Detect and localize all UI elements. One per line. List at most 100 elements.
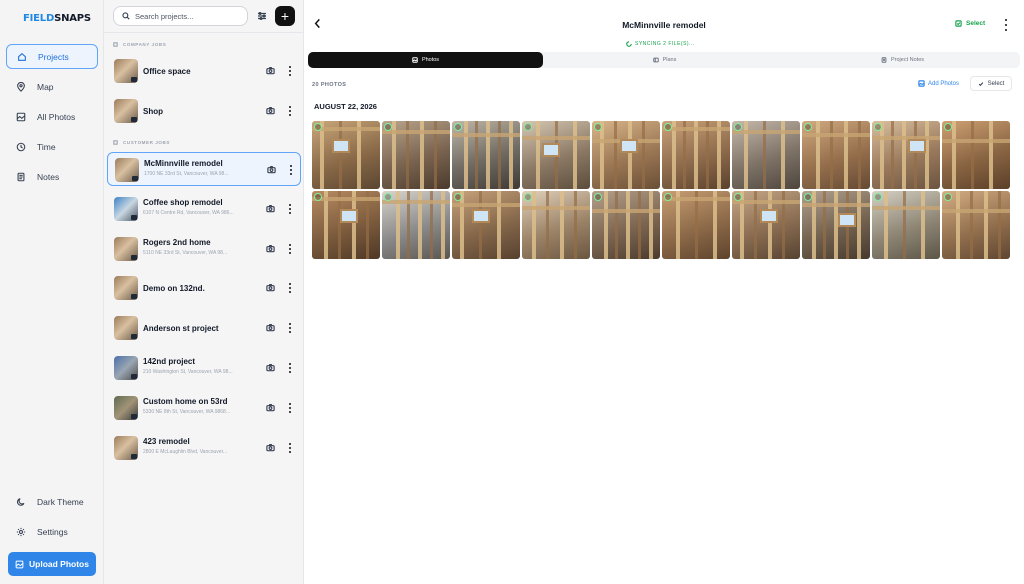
camera-button[interactable] xyxy=(266,443,276,453)
photo-thumbnail[interactable] xyxy=(382,191,450,259)
photo-select-checkbox[interactable] xyxy=(944,193,952,201)
photo-thumbnail[interactable] xyxy=(522,191,590,259)
photo-select-checkbox[interactable] xyxy=(384,123,392,131)
select-photos-button[interactable]: Select xyxy=(970,76,1012,91)
date-group-header: AUGUST 22, 2026 xyxy=(314,102,377,111)
more-options-button[interactable] xyxy=(287,401,293,415)
tab-project-notes[interactable]: Project Notes xyxy=(785,52,1020,68)
photo-select-checkbox[interactable] xyxy=(594,193,602,201)
project-item[interactable]: Custom home on 53rd 5330 NE 8th St, Vanc… xyxy=(107,391,301,425)
settings-button[interactable]: Settings xyxy=(6,519,98,544)
camera-button[interactable] xyxy=(266,283,276,293)
photo-thumbnail[interactable] xyxy=(802,121,870,189)
more-options-button[interactable] xyxy=(287,104,293,118)
photo-thumbnail[interactable] xyxy=(942,121,1010,189)
search-box[interactable] xyxy=(113,6,248,26)
photo-thumbnail[interactable] xyxy=(522,121,590,189)
photo-detail xyxy=(823,191,827,259)
more-options-button[interactable] xyxy=(287,242,293,256)
photo-select-checkbox[interactable] xyxy=(874,193,882,201)
photo-thumbnail[interactable] xyxy=(872,121,940,189)
photo-select-checkbox[interactable] xyxy=(734,193,742,201)
photo-select-checkbox[interactable] xyxy=(524,193,532,201)
photo-select-checkbox[interactable] xyxy=(874,123,882,131)
project-item[interactable]: Coffee shop remodel 6107 N Centre Rd, Va… xyxy=(107,192,301,226)
dark-theme-toggle[interactable]: Dark Theme xyxy=(6,489,98,514)
camera-button[interactable] xyxy=(266,66,276,76)
add-photos-button[interactable]: Add Photos xyxy=(918,80,959,87)
project-item-active[interactable]: McMinnville remodel 1700 NE 33rd St, Van… xyxy=(107,152,301,186)
project-item[interactable]: 423 remodel 2800 E McLaughlin Blvd, Vanc… xyxy=(107,431,301,465)
more-options-button[interactable] xyxy=(287,441,293,455)
camera-button[interactable] xyxy=(267,165,277,175)
camera-button[interactable] xyxy=(266,106,276,116)
upload-photos-button[interactable]: Upload Photos xyxy=(8,552,96,576)
app-logo[interactable]: FIELDSNAPS xyxy=(23,13,91,24)
photo-select-checkbox[interactable] xyxy=(384,193,392,201)
photo-thumbnail[interactable] xyxy=(802,191,870,259)
photo-thumbnail[interactable] xyxy=(592,191,660,259)
photo-detail xyxy=(694,121,699,189)
project-item[interactable]: Rogers 2nd home 5110 NE 33rd St, Vancouv… xyxy=(107,232,301,266)
project-item[interactable]: Demo on 132nd. xyxy=(107,271,301,305)
photo-thumbnail[interactable] xyxy=(662,191,730,259)
photo-thumbnail[interactable] xyxy=(942,191,1010,259)
settings-label: Settings xyxy=(37,526,68,537)
photo-thumbnail[interactable] xyxy=(732,121,800,189)
camera-button[interactable] xyxy=(266,323,276,333)
photo-select-checkbox[interactable] xyxy=(804,123,812,131)
filter-button[interactable] xyxy=(255,9,269,23)
camera-button[interactable] xyxy=(266,244,276,254)
tab-plans[interactable]: Plans xyxy=(547,52,782,68)
search-input[interactable] xyxy=(135,11,235,21)
photo-select-checkbox[interactable] xyxy=(454,193,462,201)
more-options-button[interactable] xyxy=(287,281,293,295)
nav-item-all-photos[interactable]: All Photos xyxy=(6,104,98,129)
photo-select-checkbox[interactable] xyxy=(314,193,322,201)
camera-button[interactable] xyxy=(266,403,276,413)
select-mode-button[interactable]: Select xyxy=(955,20,985,27)
more-options-button[interactable] xyxy=(287,321,293,335)
photo-select-checkbox[interactable] xyxy=(524,123,532,131)
photo-select-checkbox[interactable] xyxy=(454,123,462,131)
project-item[interactable]: 142nd project 210 Washington St, Vancouv… xyxy=(107,351,301,385)
photo-detail xyxy=(340,209,358,223)
more-options-button[interactable] xyxy=(287,64,293,78)
project-item[interactable]: Anderson st project xyxy=(107,311,301,345)
more-options-button[interactable] xyxy=(287,202,293,216)
photo-detail xyxy=(760,209,778,223)
photo-thumbnail[interactable] xyxy=(312,191,380,259)
photo-select-checkbox[interactable] xyxy=(664,193,672,201)
add-project-button[interactable]: + xyxy=(275,6,295,26)
project-name: Office space xyxy=(143,67,191,76)
project-item[interactable]: Office space xyxy=(107,54,301,88)
photo-select-checkbox[interactable] xyxy=(594,123,602,131)
photo-select-checkbox[interactable] xyxy=(804,193,812,201)
photo-select-checkbox[interactable] xyxy=(734,123,742,131)
nav-item-projects[interactable]: Projects xyxy=(6,44,98,69)
more-options-button[interactable] xyxy=(1003,19,1009,31)
photo-thumbnail[interactable] xyxy=(382,121,450,189)
camera-button[interactable] xyxy=(266,204,276,214)
add-photo-icon xyxy=(918,80,925,87)
photo-detail xyxy=(312,197,380,201)
photo-select-checkbox[interactable] xyxy=(944,123,952,131)
photo-thumbnail[interactable] xyxy=(662,121,730,189)
more-options-button[interactable] xyxy=(287,361,293,375)
photo-thumbnail[interactable] xyxy=(452,191,520,259)
photo-thumbnail[interactable] xyxy=(592,121,660,189)
photo-thumbnail[interactable] xyxy=(452,121,520,189)
project-item[interactable]: Shop xyxy=(107,94,301,128)
photo-thumbnail[interactable] xyxy=(872,191,940,259)
photo-thumbnail[interactable] xyxy=(732,191,800,259)
more-options-button[interactable] xyxy=(288,163,294,177)
tab-photos[interactable]: Photos xyxy=(308,52,543,68)
nav-item-notes[interactable]: Notes xyxy=(6,164,98,189)
photo-thumbnail[interactable] xyxy=(312,121,380,189)
photo-detail xyxy=(716,121,721,189)
camera-button[interactable] xyxy=(266,363,276,373)
photo-select-checkbox[interactable] xyxy=(664,123,672,131)
nav-item-time[interactable]: Time xyxy=(6,134,98,159)
nav-item-map[interactable]: Map xyxy=(6,74,98,99)
photo-select-checkbox[interactable] xyxy=(314,123,322,131)
